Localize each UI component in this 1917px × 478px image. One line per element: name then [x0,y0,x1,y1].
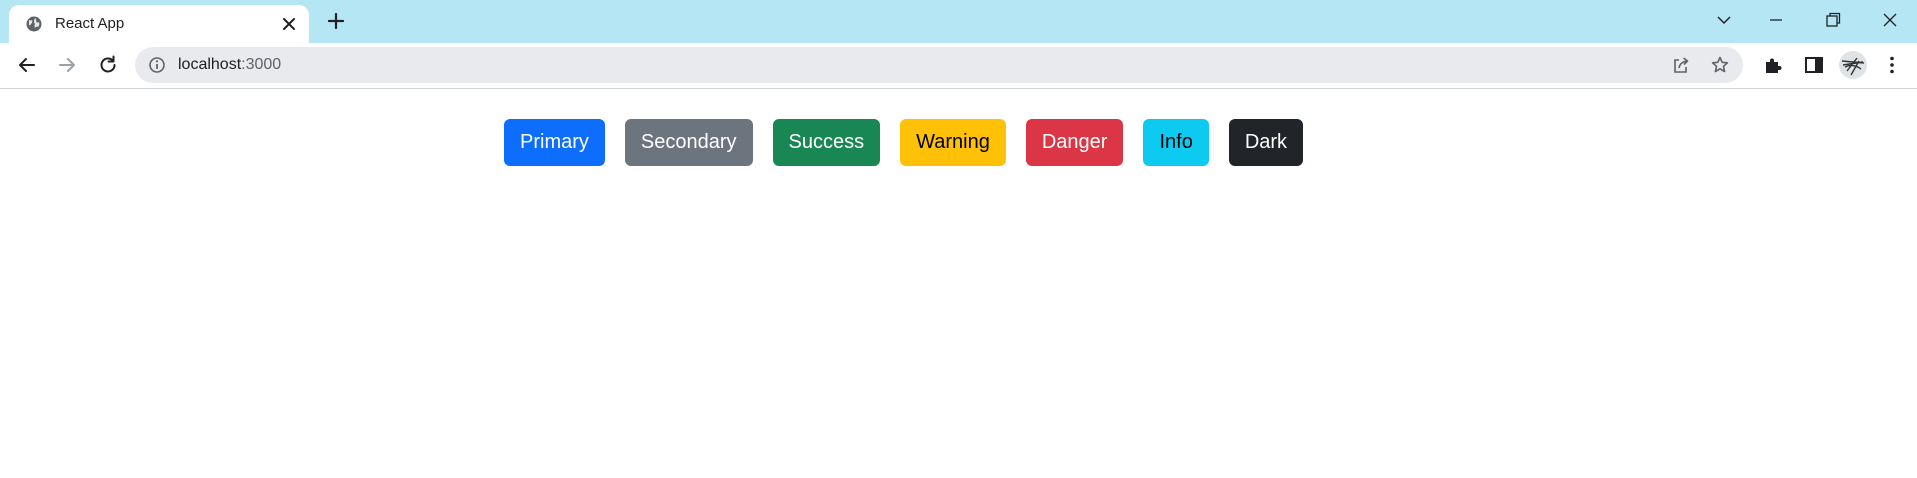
url-text[interactable]: localhost:3000 [178,56,281,74]
dark-button[interactable]: Dark [1228,119,1304,166]
side-panel-icon[interactable] [1802,53,1826,77]
star-icon[interactable] [1710,55,1730,75]
share-icon[interactable] [1671,55,1691,75]
danger-button[interactable]: Danger [1025,119,1124,166]
title-bar: React App [0,0,1917,43]
button-group: Primary Secondary Success Warning Danger… [504,119,1304,166]
chevron-down-icon[interactable] [1714,10,1734,30]
close-icon[interactable] [1880,10,1900,30]
kebab-menu-icon[interactable] [1880,53,1904,77]
primary-button[interactable]: Primary [504,119,605,166]
puzzle-icon[interactable] [1762,53,1786,77]
address-bar[interactable]: localhost:3000 [135,47,1743,83]
info-icon[interactable] [148,56,166,74]
warning-button[interactable]: Warning [900,119,1006,166]
tab-title: React App [55,15,125,32]
globe-icon [26,16,42,32]
plus-icon[interactable] [326,11,346,31]
avatar[interactable] [1839,51,1867,79]
close-icon[interactable] [280,15,298,33]
reload-icon[interactable] [96,53,120,77]
avatar-icon [1841,57,1865,76]
url-port: :3000 [241,56,282,73]
secondary-button[interactable]: Secondary [624,119,753,166]
success-button[interactable]: Success [772,119,881,166]
browser-tab[interactable]: React App [9,5,309,43]
restore-icon[interactable] [1823,10,1843,30]
forward-arrow-icon[interactable] [55,53,79,77]
minimize-icon[interactable] [1766,10,1786,30]
back-arrow-icon[interactable] [15,53,39,77]
url-host: localhost [178,56,242,73]
info-button[interactable]: Info [1143,119,1209,166]
browser-toolbar: localhost:3000 [0,43,1917,89]
